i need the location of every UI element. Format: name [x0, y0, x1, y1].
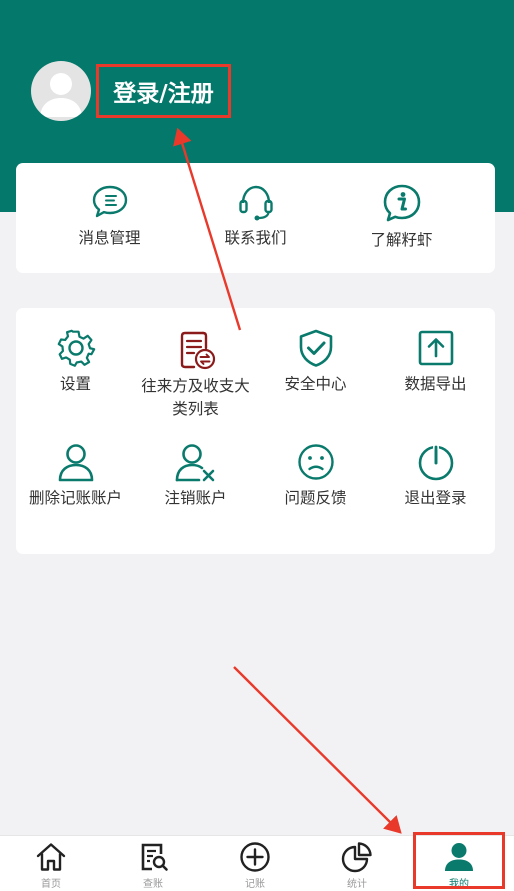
quick-link-label: 联系我们	[224, 229, 287, 247]
menu-item-cancel-account[interactable]: 注销账户	[136, 442, 255, 510]
tab-label: 统计	[347, 879, 367, 890]
plus-circle-icon	[240, 842, 270, 872]
headset-icon	[238, 185, 273, 221]
search-ledger-icon	[141, 843, 168, 871]
user-icon	[58, 444, 93, 482]
tab-label: 查账	[143, 879, 163, 890]
menu-item-label: 退出登录	[404, 489, 467, 507]
export-icon	[418, 330, 453, 366]
annotation-arrow-mine-tab	[233, 666, 402, 834]
menu-item-label: 往来方及收支大类列表	[141, 377, 250, 418]
tab-label: 记账	[245, 879, 265, 890]
quick-link-label: 消息管理	[78, 229, 141, 247]
tab-statistics[interactable]: 统计	[306, 836, 408, 891]
menu-grid-card: 设置 往来方及收支大类列表 安全中心 数据导出 删除记账账户 注销账户 问题反馈…	[16, 308, 495, 554]
user-remove-icon	[175, 444, 214, 482]
message-bubble-icon	[92, 185, 127, 218]
menu-item-delete-account-book[interactable]: 删除记账账户	[16, 442, 135, 510]
menu-item-logout[interactable]: 退出登录	[376, 442, 495, 510]
menu-item-data-export[interactable]: 数据导出	[376, 328, 495, 396]
quick-links-card: 消息管理 联系我们 了解籽虾	[16, 163, 495, 273]
shield-check-icon	[299, 329, 332, 367]
menu-item-label: 数据导出	[404, 375, 467, 393]
menu-item-settings[interactable]: 设置	[16, 328, 135, 396]
avatar-user-icon	[40, 73, 82, 117]
quick-link-label: 了解籽虾	[370, 231, 433, 249]
power-icon	[418, 444, 453, 481]
tab-record[interactable]: 记账	[204, 836, 306, 891]
info-icon	[383, 184, 420, 222]
login-register-label: 登录/注册	[113, 81, 214, 107]
person-icon	[445, 843, 473, 871]
tab-label: 首页	[41, 879, 61, 890]
quick-link-contact[interactable]: 联系我们	[176, 183, 335, 250]
bottom-tab-bar: 首页 查账 记账 统计 我的	[0, 835, 514, 891]
pie-chart-icon	[341, 842, 372, 873]
menu-item-label: 问题反馈	[284, 489, 347, 507]
tab-label: 我的	[449, 879, 469, 890]
menu-item-label: 设置	[59, 375, 91, 393]
quick-link-about[interactable]: 了解籽虾	[322, 183, 481, 252]
menu-item-counterparty-list[interactable]: 往来方及收支大类列表	[136, 328, 255, 421]
sad-face-icon	[297, 444, 334, 480]
document-transfer-icon	[180, 331, 215, 370]
menu-item-feedback[interactable]: 问题反馈	[256, 442, 375, 510]
menu-item-label: 删除记账账户	[28, 489, 122, 507]
menu-item-label: 注销账户	[164, 489, 227, 507]
menu-item-label: 安全中心	[284, 375, 347, 393]
quick-link-messages[interactable]: 消息管理	[30, 183, 189, 250]
tab-mine[interactable]: 我的	[408, 836, 510, 891]
avatar[interactable]	[31, 61, 91, 121]
tab-check-ledger[interactable]: 查账	[102, 836, 204, 891]
gear-icon	[57, 329, 95, 367]
menu-item-security-center[interactable]: 安全中心	[256, 328, 375, 396]
login-register-link[interactable]: 登录/注册	[96, 64, 231, 118]
home-icon	[36, 843, 66, 871]
tab-home[interactable]: 首页	[0, 836, 102, 891]
